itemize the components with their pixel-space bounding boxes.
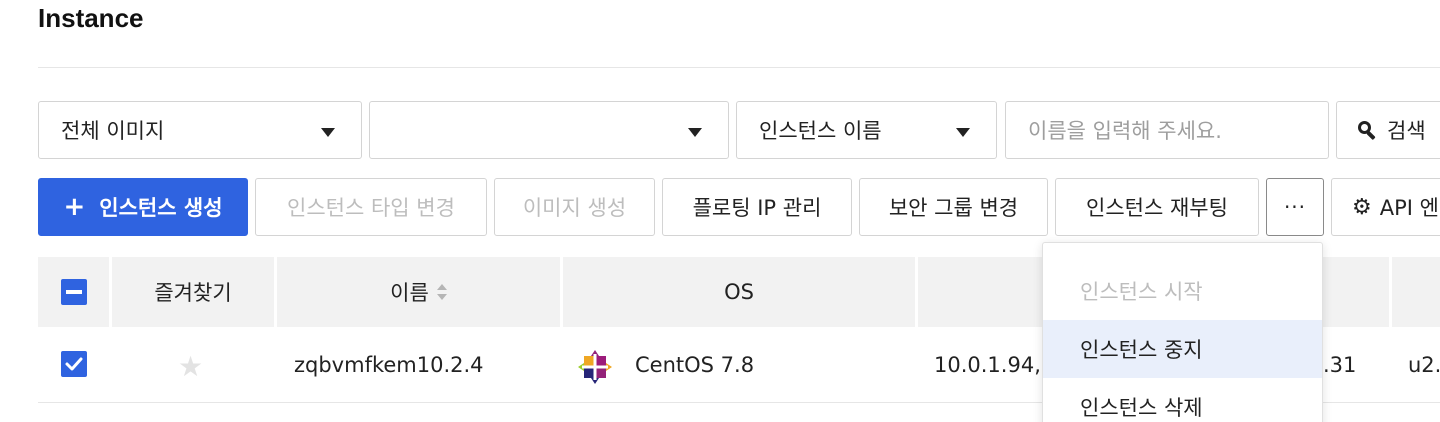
create-image-button[interactable]: 이미지 생성 — [494, 178, 655, 236]
os-header-label: OS — [724, 280, 754, 304]
select-all-checkbox[interactable] — [61, 279, 87, 305]
menu-item-label: 인스턴스 삭제 — [1080, 396, 1203, 420]
chevron-down-icon — [688, 128, 702, 137]
more-actions-menu: 인스턴스 시작 인스턴스 중지 인스턴스 삭제 — [1042, 242, 1323, 422]
title-divider — [38, 67, 1440, 68]
create-instance-button[interactable]: + 인스턴스 생성 — [38, 178, 248, 236]
search-icon — [1357, 120, 1377, 141]
create-instance-label: 인스턴스 생성 — [99, 196, 223, 220]
os-column-header: OS — [563, 257, 915, 327]
image-filter-select[interactable]: 전체 이미지 — [38, 101, 362, 159]
star-icon[interactable]: ★ — [178, 350, 203, 383]
menu-item-start-instance[interactable]: 인스턴스 시작 — [1043, 262, 1322, 320]
reboot-instance-button[interactable]: 인스턴스 재부팅 — [1055, 178, 1259, 236]
row-checkbox[interactable] — [61, 351, 87, 377]
search-placeholder: 이름을 입력해 주세요. — [1028, 119, 1222, 143]
search-button-label: 검색 — [1387, 119, 1426, 143]
secondary-filter-select[interactable] — [369, 101, 729, 159]
menu-item-label: 인스턴스 시작 — [1080, 280, 1203, 304]
name-header-label: 이름 — [390, 281, 429, 305]
search-input[interactable]: 이름을 입력해 주세요. — [1005, 101, 1329, 159]
column-divider — [915, 257, 918, 327]
plus-icon: + — [63, 192, 86, 222]
search-field-select[interactable]: 인스턴스 이름 — [736, 101, 997, 159]
search-field-value: 인스턴스 이름 — [759, 119, 882, 143]
checkmark-icon — [65, 357, 83, 371]
favorite-column-header: 즐겨찾기 — [112, 257, 274, 327]
menu-item-label: 인스턴스 중지 — [1080, 338, 1203, 362]
ip-address-tail: .31 — [1323, 353, 1357, 377]
ip-address: 10.0.1.94, — [934, 353, 1041, 377]
sort-icon[interactable] — [436, 284, 447, 300]
image-filter-value: 전체 이미지 — [61, 119, 165, 143]
search-button[interactable]: 검색 — [1336, 101, 1440, 159]
os-name: CentOS 7.8 — [635, 353, 755, 377]
menu-item-stop-instance[interactable]: 인스턴스 중지 — [1043, 320, 1322, 378]
column-divider — [1389, 257, 1392, 327]
chevron-down-icon — [321, 128, 335, 137]
change-instance-type-label: 인스턴스 타입 변경 — [287, 196, 455, 220]
floating-ip-button[interactable]: 플로팅 IP 관리 — [662, 178, 852, 236]
name-column-header[interactable]: 이름 — [277, 257, 560, 327]
chevron-down-icon — [956, 128, 970, 137]
floating-ip-label: 플로팅 IP 관리 — [692, 196, 822, 220]
more-actions-button[interactable]: ··· — [1266, 178, 1324, 236]
create-image-label: 이미지 생성 — [522, 196, 627, 220]
change-security-group-label: 보안 그룹 변경 — [888, 196, 1019, 220]
api-endpoint-button[interactable]: ⚙ API 엔 — [1331, 178, 1440, 236]
change-security-group-button[interactable]: 보안 그룹 변경 — [859, 178, 1048, 236]
indeterminate-icon — [66, 290, 82, 294]
centos-logo-icon — [578, 350, 612, 384]
api-endpoint-label: API 엔 — [1379, 196, 1439, 220]
favorite-header-label: 즐겨찾기 — [154, 281, 232, 305]
change-instance-type-button[interactable]: 인스턴스 타입 변경 — [255, 178, 487, 236]
reboot-instance-label: 인스턴스 재부팅 — [1086, 196, 1228, 220]
more-icon: ··· — [1283, 195, 1307, 219]
menu-item-delete-instance[interactable]: 인스턴스 삭제 — [1043, 378, 1322, 422]
flavor-cell: u2. — [1408, 353, 1440, 377]
instance-name[interactable]: zqbvmfkem10.2.4 — [294, 353, 484, 377]
gear-icon: ⚙ — [1352, 194, 1372, 220]
page-title: Instance — [38, 3, 144, 33]
